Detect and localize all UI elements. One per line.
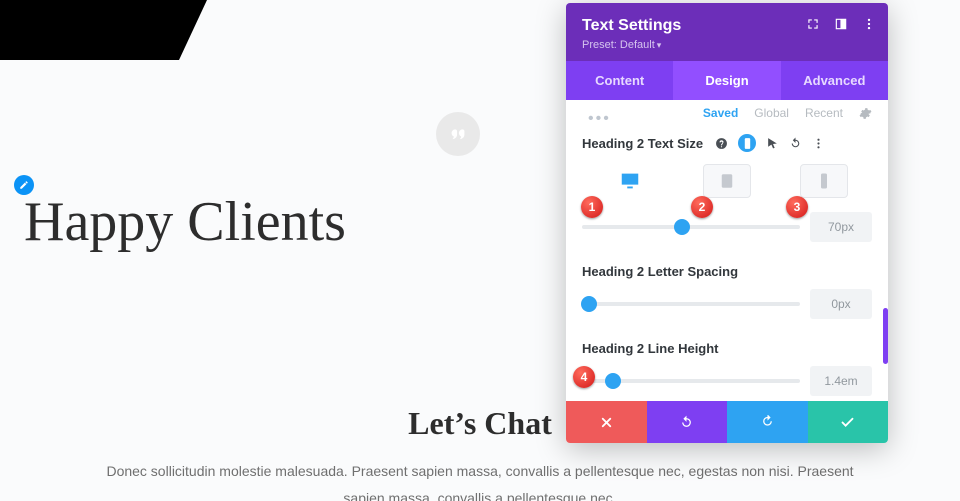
letter-spacing-value[interactable]: 0px: [810, 289, 872, 319]
panel-header: Text Settings Preset: Default▾: [566, 3, 888, 61]
slider-thumb[interactable]: [605, 373, 621, 389]
slider-thumb[interactable]: [581, 296, 597, 312]
kebab-menu-icon[interactable]: [862, 17, 876, 31]
decorative-shape: [0, 0, 221, 60]
ellipsis-icon[interactable]: •••: [588, 110, 611, 128]
option-letter-spacing-label: Heading 2 Letter Spacing: [582, 264, 872, 279]
filter-global[interactable]: Global: [754, 106, 789, 120]
line-height-slider[interactable]: [582, 379, 800, 383]
gear-icon[interactable]: [859, 107, 872, 120]
text-size-value[interactable]: 70px: [810, 212, 872, 242]
panel-body: ••• Saved Global Recent Heading 2 Text S…: [566, 100, 888, 401]
filter-saved[interactable]: Saved: [703, 106, 738, 120]
tab-content[interactable]: Content: [566, 61, 673, 100]
cancel-button[interactable]: [566, 401, 647, 443]
settings-panel: Text Settings Preset: Default▾ Content D…: [566, 3, 888, 443]
line-height-value[interactable]: 1.4em: [810, 366, 872, 396]
snap-icon[interactable]: [834, 17, 848, 31]
option-text-size-label: Heading 2 Text Size: [582, 136, 703, 151]
preset-dropdown[interactable]: Preset: Default▾: [582, 39, 872, 51]
reset-icon[interactable]: [789, 137, 802, 150]
tab-advanced[interactable]: Advanced: [781, 61, 888, 100]
undo-button[interactable]: [647, 401, 728, 443]
option-kebab-icon[interactable]: [812, 137, 825, 150]
tab-design[interactable]: Design: [673, 61, 780, 100]
page-heading: Happy Clients: [24, 190, 346, 254]
letter-spacing-slider[interactable]: [582, 302, 800, 306]
expand-icon[interactable]: [806, 17, 820, 31]
filter-recent[interactable]: Recent: [805, 106, 843, 120]
responsive-badge[interactable]: [738, 134, 756, 152]
panel-tabs: Content Design Advanced: [566, 61, 888, 100]
scrollbar-thumb[interactable]: [883, 308, 888, 364]
text-size-slider[interactable]: [582, 225, 800, 229]
device-phone[interactable]: [800, 164, 848, 198]
hover-icon[interactable]: [766, 137, 779, 150]
save-button[interactable]: [808, 401, 889, 443]
help-icon[interactable]: [715, 137, 728, 150]
panel-footer: [566, 401, 888, 443]
quote-icon: [436, 112, 480, 156]
page-body-text: Donec sollicitudin molestie malesuada. P…: [0, 458, 960, 501]
device-desktop[interactable]: [606, 164, 654, 198]
option-line-height-label: Heading 2 Line Height: [582, 341, 872, 356]
redo-button[interactable]: [727, 401, 808, 443]
device-tablet[interactable]: [703, 164, 751, 198]
caret-down-icon: ▾: [657, 40, 662, 50]
slider-thumb[interactable]: [674, 219, 690, 235]
preset-label: Preset: Default: [582, 39, 655, 51]
